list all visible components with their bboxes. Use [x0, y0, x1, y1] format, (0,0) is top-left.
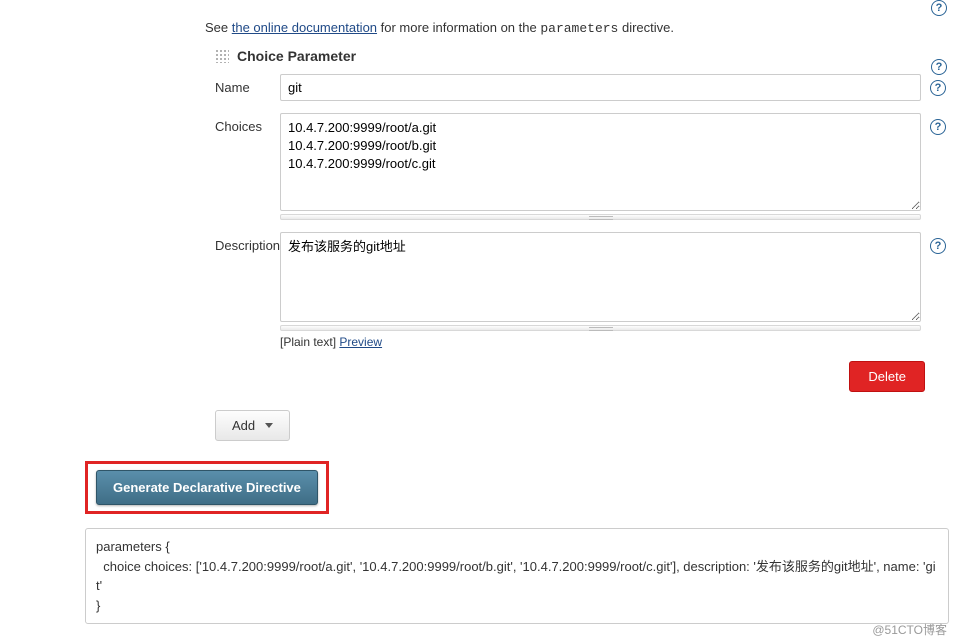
description-label: Description	[85, 232, 280, 253]
help-icon[interactable]: ?	[931, 59, 947, 75]
intro-text: See the online documentation for more in…	[205, 20, 949, 36]
help-icon[interactable]: ?	[930, 119, 946, 135]
choices-textarea[interactable]: 10.4.7.200:9999/root/a.git 10.4.7.200:99…	[280, 113, 921, 211]
intro-prefix: See	[205, 20, 232, 35]
section-title: Choice Parameter	[237, 48, 356, 64]
choices-label: Choices	[85, 113, 280, 134]
help-icon[interactable]: ?	[930, 80, 946, 96]
plain-text-label: [Plain text]	[280, 335, 339, 349]
generate-directive-button[interactable]: Generate Declarative Directive	[96, 470, 318, 505]
name-label: Name	[85, 74, 280, 95]
preview-link[interactable]: Preview	[339, 335, 382, 349]
add-button-label: Add	[232, 418, 255, 433]
intro-suffix: directive.	[618, 20, 674, 35]
intro-code: parameters	[540, 21, 618, 36]
delete-button[interactable]: Delete	[849, 361, 925, 392]
resize-grip[interactable]	[280, 214, 921, 220]
name-input[interactable]	[280, 74, 921, 101]
description-textarea[interactable]: 发布该服务的git地址	[280, 232, 921, 322]
generate-highlight-box: Generate Declarative Directive	[85, 461, 329, 514]
chevron-down-icon	[265, 423, 273, 428]
add-button[interactable]: Add	[215, 410, 290, 441]
directive-output: parameters { choice choices: ['10.4.7.20…	[85, 528, 949, 624]
watermark: @51CTO博客	[872, 621, 947, 638]
resize-grip[interactable]	[280, 325, 921, 331]
help-icon[interactable]: ?	[930, 238, 946, 254]
drag-handle-icon[interactable]	[215, 49, 229, 63]
help-icon[interactable]: ?	[931, 0, 947, 16]
intro-mid: for more information on the	[377, 20, 540, 35]
doc-link[interactable]: the online documentation	[232, 20, 377, 35]
